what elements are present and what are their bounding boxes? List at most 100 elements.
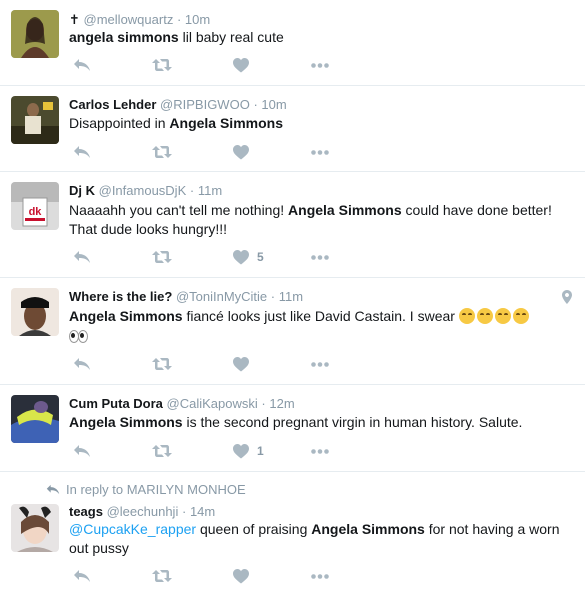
timestamp[interactable]: 14m bbox=[190, 504, 215, 519]
more-button[interactable] bbox=[311, 249, 329, 265]
retweet-icon bbox=[152, 570, 172, 582]
reply-button[interactable] bbox=[73, 568, 91, 584]
reply-context[interactable]: In reply to MARILYN MONHOE bbox=[46, 482, 246, 497]
tweet-actions bbox=[69, 144, 369, 160]
reply-button[interactable] bbox=[73, 57, 91, 73]
retweet-button[interactable] bbox=[152, 443, 172, 459]
timestamp[interactable]: 10m bbox=[185, 12, 210, 27]
heart-icon bbox=[233, 356, 249, 371]
reply-button[interactable] bbox=[73, 249, 91, 265]
tweet-header: ✝ @mellowquartz · 10m bbox=[69, 12, 210, 28]
highlight-keyword: Angela Simmons bbox=[288, 202, 402, 218]
tweet[interactable]: In reply to MARILYN MONHOE teags @leechu… bbox=[0, 472, 585, 595]
reply-icon bbox=[46, 484, 60, 495]
like-button[interactable] bbox=[233, 568, 257, 584]
display-name[interactable]: Cum Puta Dora bbox=[69, 396, 163, 411]
timestamp[interactable]: 12m bbox=[269, 396, 294, 411]
retweet-button[interactable] bbox=[152, 568, 172, 584]
laughing-emoji-icon bbox=[476, 308, 493, 324]
like-button[interactable] bbox=[233, 144, 257, 160]
handle[interactable]: @leechunhji bbox=[107, 504, 179, 519]
retweet-button[interactable] bbox=[152, 57, 172, 73]
avatar[interactable] bbox=[11, 395, 59, 443]
like-button[interactable] bbox=[233, 356, 257, 372]
display-name[interactable]: Carlos Lehder bbox=[69, 97, 156, 112]
heart-icon bbox=[233, 568, 249, 583]
tweet-text: Disappointed in Angela Simmons bbox=[69, 114, 571, 133]
timestamp[interactable]: 11m bbox=[198, 183, 222, 198]
tweet-text: Angela Simmons fiancé looks just like Da… bbox=[69, 307, 571, 345]
tweet-text-pre: queen of praising bbox=[196, 521, 312, 537]
tweet-text-pre: Naaaahh you can't tell me nothing! bbox=[69, 202, 289, 218]
reply-icon bbox=[74, 445, 90, 457]
like-button[interactable]: 1 bbox=[233, 443, 264, 459]
mention-link[interactable]: @CupcakKe_rapper bbox=[69, 521, 196, 537]
retweet-icon bbox=[152, 59, 172, 71]
tweet-header: Carlos Lehder @RIPBIGWOO · 10m bbox=[69, 97, 287, 112]
highlight-keyword: Angela Simmons bbox=[311, 521, 425, 537]
tweet-text: angela simmons lil baby real cute bbox=[69, 28, 571, 47]
retweet-button[interactable] bbox=[152, 144, 172, 160]
highlight-keyword: Angela Simmons bbox=[69, 414, 183, 430]
like-button[interactable]: 5 bbox=[233, 249, 264, 265]
tweet[interactable]: dk Dj K @InfamousDjK · 11m Naaaahh you c… bbox=[0, 172, 585, 278]
more-icon bbox=[311, 573, 329, 579]
display-name[interactable]: teags bbox=[69, 504, 103, 519]
retweet-icon bbox=[152, 146, 172, 158]
tweet[interactable]: Carlos Lehder @RIPBIGWOO · 10m Disappoin… bbox=[0, 86, 585, 172]
tweet-header: Dj K @InfamousDjK · 11m bbox=[69, 183, 222, 198]
tweet-header: teags @leechunhji · 14m bbox=[69, 504, 215, 519]
timestamp[interactable]: 11m bbox=[279, 289, 303, 304]
avatar[interactable] bbox=[11, 504, 59, 552]
heart-icon bbox=[233, 57, 249, 72]
handle[interactable]: @ToniInMyCitie bbox=[176, 289, 267, 304]
handle[interactable]: @RIPBIGWOO bbox=[160, 97, 250, 112]
reply-icon bbox=[74, 358, 90, 370]
like-button[interactable] bbox=[233, 57, 257, 73]
laughing-emoji-icon bbox=[494, 308, 511, 324]
laughing-emoji-icon bbox=[512, 308, 529, 324]
more-button[interactable] bbox=[311, 144, 329, 160]
location-pin-icon[interactable] bbox=[562, 290, 572, 304]
avatar[interactable] bbox=[11, 10, 59, 58]
tweet-header: Where is the lie? @ToniInMyCitie · 11m bbox=[69, 289, 303, 304]
avatar[interactable]: dk bbox=[11, 182, 59, 230]
handle[interactable]: @CaliKapowski bbox=[167, 396, 258, 411]
more-icon bbox=[311, 254, 329, 260]
tweet-text: @CupcakKe_rapper queen of praising Angel… bbox=[69, 520, 571, 558]
reply-icon bbox=[74, 146, 90, 158]
tweet-actions bbox=[69, 356, 369, 372]
handle[interactable]: @mellowquartz bbox=[84, 12, 174, 27]
more-button[interactable] bbox=[311, 568, 329, 584]
tweet[interactable]: Where is the lie? @ToniInMyCitie · 11m A… bbox=[0, 278, 585, 385]
tweet-actions: 5 bbox=[69, 249, 369, 265]
display-name[interactable]: Where is the lie? bbox=[69, 289, 172, 304]
svg-text:dk: dk bbox=[29, 206, 43, 218]
more-button[interactable] bbox=[311, 356, 329, 372]
reply-context-text[interactable]: In reply to MARILYN MONHOE bbox=[66, 482, 246, 497]
handle[interactable]: @InfamousDjK bbox=[99, 183, 187, 198]
display-name[interactable]: Dj K bbox=[69, 183, 95, 198]
reply-button[interactable] bbox=[73, 443, 91, 459]
tweet[interactable]: Cum Puta Dora @CaliKapowski · 12m Angela… bbox=[0, 385, 585, 472]
retweet-button[interactable] bbox=[152, 356, 172, 372]
more-button[interactable] bbox=[311, 443, 329, 459]
separator-dot: · bbox=[270, 289, 276, 304]
heart-icon bbox=[233, 443, 249, 458]
cross-symbol: ✝ bbox=[69, 12, 80, 27]
more-button[interactable] bbox=[311, 57, 329, 73]
retweet-icon bbox=[152, 251, 172, 263]
retweet-button[interactable] bbox=[152, 249, 172, 265]
tweet[interactable]: ✝ @mellowquartz · 10m angela simmons lil… bbox=[0, 0, 585, 86]
tweet-text: Naaaahh you can't tell me nothing! Angel… bbox=[69, 201, 571, 239]
reply-button[interactable] bbox=[73, 356, 91, 372]
reply-button[interactable] bbox=[73, 144, 91, 160]
tweet-feed: ✝ @mellowquartz · 10m angela simmons lil… bbox=[0, 0, 585, 595]
avatar[interactable] bbox=[11, 288, 59, 336]
timestamp[interactable]: 10m bbox=[261, 97, 286, 112]
heart-icon bbox=[233, 249, 249, 264]
reply-icon bbox=[74, 251, 90, 263]
separator-dot: · bbox=[253, 97, 258, 112]
avatar[interactable] bbox=[11, 96, 59, 144]
highlight-keyword: Angela Simmons bbox=[169, 115, 283, 131]
